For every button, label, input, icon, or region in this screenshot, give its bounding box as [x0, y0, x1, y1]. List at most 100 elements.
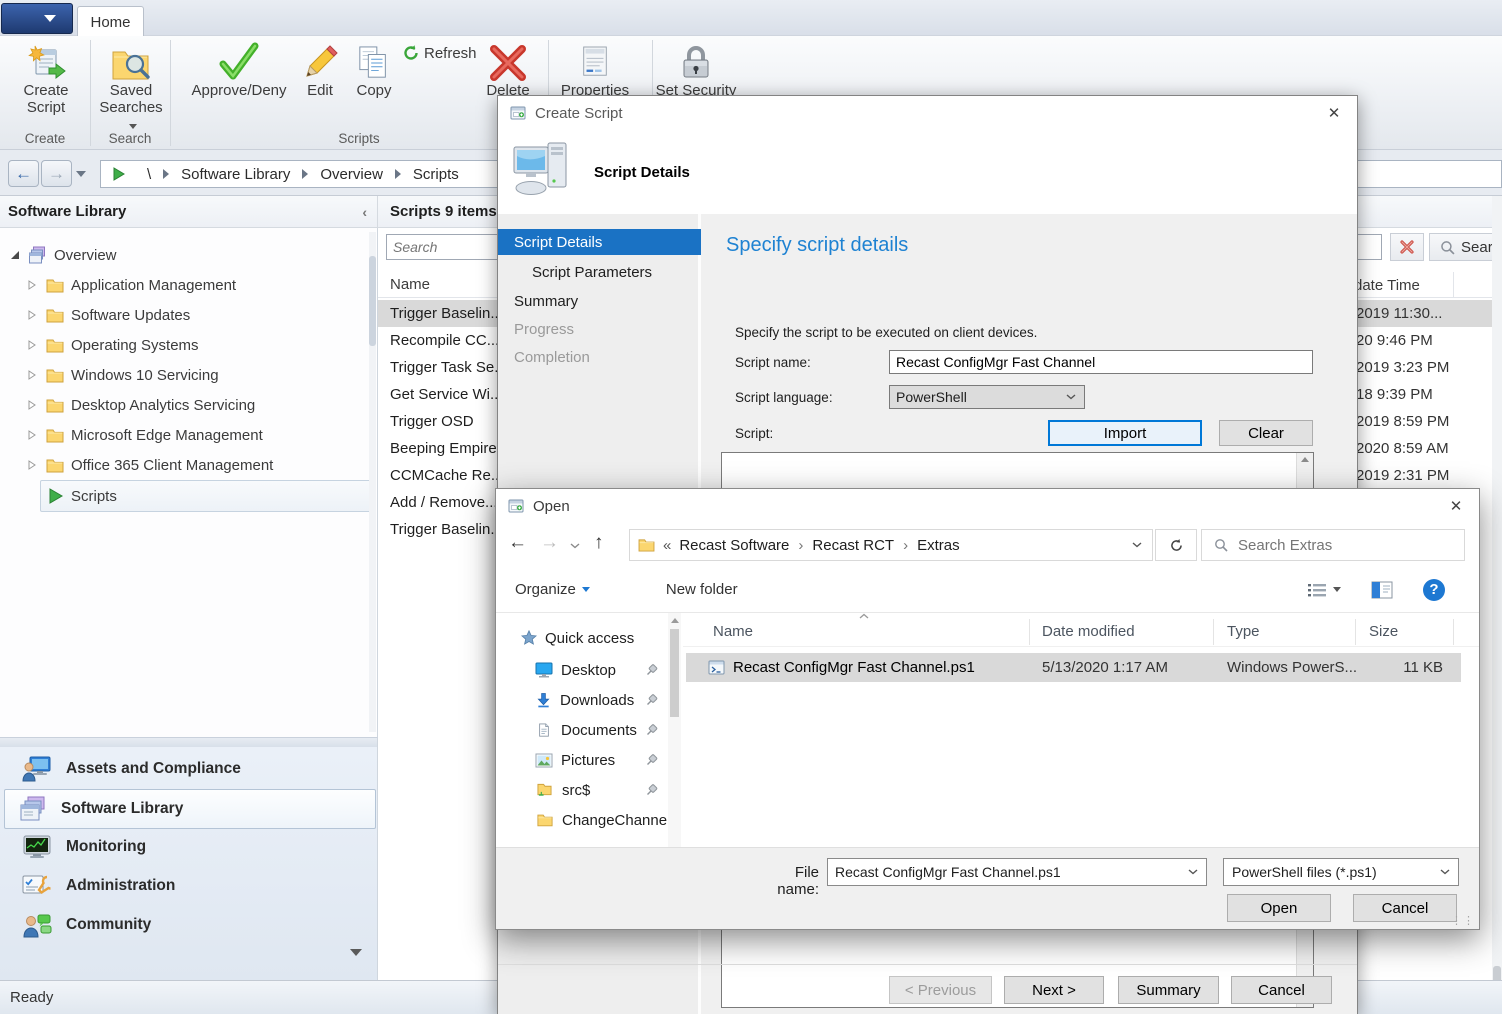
column-name[interactable]: Name: [390, 276, 430, 293]
forward-button[interactable]: →: [41, 160, 72, 187]
workspace-monitoring[interactable]: Monitoring: [4, 828, 374, 866]
place-changechannel[interactable]: ChangeChannel: [496, 807, 670, 833]
tree-collapsed-icon[interactable]: [28, 460, 36, 470]
properties-button[interactable]: Properties: [560, 40, 630, 99]
tree-collapsed-icon[interactable]: [28, 340, 36, 350]
address-crumb[interactable]: Extras: [917, 537, 960, 554]
set-security-button[interactable]: Set Security: [650, 40, 742, 99]
column-update-time[interactable]: date Time: [1354, 272, 1454, 298]
tree-collapsed-icon[interactable]: [28, 430, 36, 440]
breadcrumb-root[interactable]: \: [147, 166, 151, 183]
column-divider[interactable]: [1213, 619, 1214, 645]
tree-item-overview[interactable]: Overview: [0, 240, 370, 270]
new-folder-button[interactable]: New folder: [666, 581, 738, 598]
tree-scrollbar-thumb[interactable]: [369, 256, 376, 346]
view-mode-icon[interactable]: [1307, 582, 1327, 598]
sidebar-scrollbar-thumb[interactable]: [670, 629, 679, 717]
column-divider[interactable]: [1355, 619, 1356, 645]
application-menu-button[interactable]: [1, 3, 73, 34]
address-dropdown-icon[interactable]: [1132, 542, 1142, 548]
column-type[interactable]: Type: [1227, 623, 1260, 640]
column-size[interactable]: Size: [1369, 623, 1398, 640]
tree-item-operating-systems[interactable]: Operating Systems: [0, 330, 370, 360]
column-name[interactable]: Name: [713, 623, 753, 640]
close-button[interactable]: ✕: [1433, 489, 1479, 523]
copy-button[interactable]: Copy: [348, 40, 400, 99]
tree-item-scripts[interactable]: Scripts: [40, 480, 372, 512]
place-documents[interactable]: Documents: [496, 717, 637, 743]
wizard-nav-script-details[interactable]: Script Details: [498, 229, 701, 255]
address-crumb[interactable]: Recast RCT: [812, 537, 894, 554]
approve-deny-button[interactable]: Approve/Deny: [183, 40, 295, 99]
wizard-cancel-button[interactable]: Cancel: [1231, 976, 1332, 1004]
collapse-panel-icon[interactable]: ‹: [362, 204, 367, 220]
import-button[interactable]: Import: [1048, 420, 1202, 446]
tree-item-application-management[interactable]: Application Management: [0, 270, 370, 300]
tree-expanded-icon[interactable]: [10, 250, 20, 260]
workspace-more-chevron-icon[interactable]: [350, 949, 362, 956]
breadcrumb-item[interactable]: Overview: [320, 166, 383, 183]
explorer-search-input[interactable]: [1236, 536, 1440, 555]
open-cancel-button[interactable]: Cancel: [1353, 894, 1457, 922]
breadcrumb-item[interactable]: Scripts: [413, 166, 459, 183]
wizard-nav-script-parameters[interactable]: Script Parameters: [498, 259, 701, 285]
up-button[interactable]: ↑: [594, 532, 604, 554]
workspace-administration[interactable]: Administration: [4, 867, 374, 905]
file-name-combobox[interactable]: Recast ConfigMgr Fast Channel.ps1: [827, 858, 1207, 886]
view-mode-caret-icon[interactable]: [1333, 587, 1341, 592]
create-script-button[interactable]: Create Script: [6, 40, 86, 116]
history-chevron-icon[interactable]: [570, 543, 580, 549]
column-date-modified[interactable]: Date modified: [1042, 623, 1135, 640]
quick-access-item[interactable]: Quick access: [496, 625, 634, 651]
tree-collapsed-icon[interactable]: [28, 310, 36, 320]
back-button[interactable]: ←: [8, 160, 39, 187]
tree-item-windows-10-servicing[interactable]: Windows 10 Servicing: [0, 360, 370, 390]
tree-item-microsoft-edge-management[interactable]: Microsoft Edge Management: [0, 420, 370, 450]
workspace-assets-and-compliance[interactable]: Assets and Compliance: [4, 750, 374, 788]
place-downloads[interactable]: Downloads: [496, 687, 634, 713]
clear-search-button[interactable]: [1390, 233, 1424, 261]
workspace-community[interactable]: Community: [4, 906, 374, 944]
refresh-button[interactable]: Refresh: [402, 42, 477, 64]
saved-searches-button[interactable]: Saved Searches: [94, 40, 168, 133]
resize-grip[interactable]: ⋮⋮: [1451, 914, 1475, 927]
script-name-input[interactable]: [889, 350, 1313, 374]
column-divider[interactable]: [1453, 619, 1454, 645]
tree-item-desktop-analytics-servicing[interactable]: Desktop Analytics Servicing: [0, 390, 370, 420]
preview-pane-icon[interactable]: [1371, 581, 1393, 599]
file-type-combobox[interactable]: PowerShell files (*.ps1): [1223, 858, 1459, 886]
tree-item-office-365-client-management[interactable]: Office 365 Client Management: [0, 450, 370, 480]
explorer-search-box[interactable]: [1201, 529, 1465, 561]
organize-button[interactable]: Organize: [515, 581, 576, 598]
refresh-button[interactable]: [1155, 529, 1197, 561]
address-crumb[interactable]: Recast Software: [679, 537, 789, 554]
crumb-overflow[interactable]: «: [663, 537, 671, 554]
tree-item-software-updates[interactable]: Software Updates: [0, 300, 370, 330]
clear-button[interactable]: Clear: [1219, 420, 1313, 446]
column-divider[interactable]: [1029, 619, 1030, 645]
sidebar-scrollbar[interactable]: [668, 613, 681, 847]
workspace-software-library[interactable]: Software Library: [4, 789, 376, 829]
create-script-titlebar[interactable]: Create Script ✕: [498, 96, 1357, 130]
scroll-up-icon[interactable]: [671, 618, 679, 623]
tree-scrollbar[interactable]: [369, 232, 376, 732]
tree-collapsed-icon[interactable]: [28, 400, 36, 410]
back-button[interactable]: ←: [508, 532, 527, 554]
address-bar[interactable]: « Recast Software › Recast RCT › Extras: [629, 529, 1153, 561]
wizard-nav-summary[interactable]: Summary: [498, 288, 701, 314]
edit-button[interactable]: Edit: [298, 40, 342, 99]
history-dropdown-icon[interactable]: [76, 171, 86, 177]
open-dialog-titlebar[interactable]: Open ✕: [496, 489, 1479, 523]
file-row[interactable]: Recast ConfigMgr Fast Channel.ps1 5/13/2…: [686, 653, 1461, 682]
delete-button[interactable]: Delete: [478, 40, 538, 99]
list-scrollbar[interactable]: [1492, 196, 1502, 1014]
close-button[interactable]: ✕: [1311, 96, 1357, 130]
help-icon[interactable]: ?: [1423, 579, 1445, 601]
open-button[interactable]: Open: [1227, 894, 1331, 922]
tab-home[interactable]: Home: [77, 6, 144, 37]
tree-collapsed-icon[interactable]: [28, 280, 36, 290]
scroll-up-icon[interactable]: [1301, 457, 1309, 462]
next-button[interactable]: Next >: [1004, 976, 1104, 1004]
tree-collapsed-icon[interactable]: [28, 370, 36, 380]
place-src-share[interactable]: src$: [496, 777, 590, 803]
